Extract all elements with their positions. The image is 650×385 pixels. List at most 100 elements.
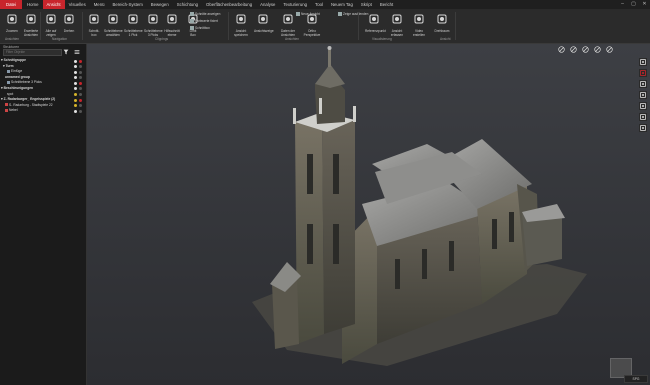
tab-bewegen[interactable]: Bewegen xyxy=(147,0,173,9)
ribbon-button-label: Ansichtszeige xyxy=(254,29,274,33)
section-pick3-button[interactable]: Schnittebene 3 Picks xyxy=(144,11,163,37)
refpoint-icon xyxy=(369,14,379,24)
measure-icon[interactable] xyxy=(570,46,577,53)
visibility-icon[interactable] xyxy=(74,93,77,97)
aux-section-icon xyxy=(167,14,177,24)
visibility-icon[interactable] xyxy=(74,65,77,69)
ribbon-group-label: Navigation xyxy=(52,37,68,41)
filter-icon[interactable] xyxy=(63,49,69,55)
menu-icon[interactable] xyxy=(74,49,80,55)
tab-datei[interactable]: Datei xyxy=(0,0,23,9)
tab-men-[interactable]: Menü xyxy=(90,0,109,9)
status-dot-icon xyxy=(79,81,82,85)
tab-skript[interactable]: Skript xyxy=(357,0,376,9)
visibility-icon[interactable] xyxy=(74,104,77,108)
visibility-icon[interactable] xyxy=(74,59,77,63)
status-dot-icon xyxy=(79,59,82,63)
aux-section-button[interactable]: Hilfsschnitt ebene xyxy=(163,11,181,37)
zoom-all-icon xyxy=(46,14,56,24)
tree-item-label: ▾ Z- Radarburger_ Engelsspiele (2) xyxy=(1,97,56,102)
ribbon-small-item[interactable]: Schnitte anzeigen xyxy=(190,12,220,16)
lasso-icon[interactable] xyxy=(639,91,647,99)
tab-home[interactable]: Home xyxy=(23,0,42,9)
object-tree: ▾ Schnittgruppe ▾ Turm Einfüge unnamed grou… xyxy=(0,58,86,114)
status-dot-icon xyxy=(79,98,82,102)
view-list-button[interactable]: Ansichtszeige xyxy=(254,11,274,34)
tab-schichtung[interactable]: Schichtung xyxy=(173,0,202,9)
spin-button[interactable]: Drehbaum xyxy=(433,11,451,34)
ribbon: Zoomen Erweiterte Ansichten Alle auf zeige… xyxy=(0,10,650,44)
minimize-icon[interactable]: – xyxy=(617,0,628,9)
select-icon[interactable] xyxy=(639,69,647,77)
close-icon[interactable]: ✕ xyxy=(639,0,650,9)
sphere-icon[interactable] xyxy=(558,46,565,53)
option-icon xyxy=(190,19,194,23)
ribbon-small-item[interactable]: Schnittbox xyxy=(190,26,210,30)
visibility-icon[interactable] xyxy=(74,109,77,113)
ribbon-tab-bar: Datei Home Ansicht Visuelles Menü Bereich-Sys… xyxy=(0,0,650,10)
ribbon-group-label: Clippings xyxy=(155,37,169,41)
walk-icon[interactable] xyxy=(639,80,647,88)
ribbon-small-item[interactable]: Farbwerte fixiert xyxy=(190,19,218,23)
maximize-icon[interactable]: ▢ xyxy=(628,0,639,9)
status-dot-icon xyxy=(79,109,82,113)
tab-neuem-tag[interactable]: Neuem Tag xyxy=(327,0,357,9)
ribbon-small-label: Neue Ansicht xyxy=(301,12,320,16)
tab-bereich-system[interactable]: Bereich-System xyxy=(108,0,146,9)
layers-icon[interactable] xyxy=(639,113,647,121)
tab-tool[interactable]: Tool xyxy=(311,0,327,9)
clip-button[interactable]: Schnitt- box xyxy=(85,11,103,37)
tree-item-label: S- Radarburg - Stadtspiele 22 xyxy=(9,102,53,107)
ribbon-button-label: Referenzpunkt xyxy=(365,29,386,33)
tree-item[interactable]: Nebel xyxy=(0,108,86,114)
3d-viewport[interactable]: SPG xyxy=(87,44,650,385)
tower-south-face xyxy=(322,112,355,334)
person-icon[interactable] xyxy=(639,102,647,110)
tab-visuelles[interactable]: Visuelles xyxy=(65,0,90,9)
status-dot-icon xyxy=(79,104,82,108)
tab-ansicht[interactable]: Ansicht xyxy=(42,0,65,9)
snapshot-icon[interactable] xyxy=(639,124,647,132)
ribbon-small-item[interactable]: Neue Ansicht xyxy=(296,12,320,16)
zoom-all-button[interactable]: Alle auf zeigen xyxy=(42,11,60,37)
measure-angle-icon[interactable] xyxy=(582,46,589,53)
object-type-icon xyxy=(5,108,8,112)
visibility-icon[interactable] xyxy=(74,81,77,85)
video-button[interactable]: Video erstellen xyxy=(410,11,428,37)
ribbon-button-label: Schnittebene 1 Pick xyxy=(124,29,143,37)
section-pick1-button[interactable]: Schnittebene 1 Pick xyxy=(124,11,143,37)
option-icon xyxy=(296,12,300,16)
tab-texturierung[interactable]: Texturierung xyxy=(279,0,311,9)
status-dot-icon xyxy=(79,76,82,80)
visibility-icon[interactable] xyxy=(74,87,77,91)
tab-oberfl-chenbearbeitung[interactable]: Oberflächenbearbeitung xyxy=(202,0,256,9)
cube-views-button[interactable]: Erweiterte Ansichten xyxy=(22,11,40,37)
visibility-icon[interactable] xyxy=(74,98,77,102)
cube-views-icon xyxy=(26,14,36,24)
eraser-icon[interactable] xyxy=(606,46,613,53)
ribbon-small-label: Farbwerte fixiert xyxy=(195,19,218,23)
tab-bericht[interactable]: Bericht xyxy=(376,0,397,9)
measure-area-icon[interactable] xyxy=(594,46,601,53)
section-pick3-icon xyxy=(148,14,158,24)
spin-icon xyxy=(437,14,447,24)
search-input[interactable]: Filter Objekte xyxy=(3,49,62,56)
crosshair-icon[interactable] xyxy=(639,58,647,66)
orbit-button[interactable]: Drehen xyxy=(60,11,78,34)
object-type-icon xyxy=(7,81,10,84)
point-cloud-church xyxy=(252,46,587,366)
visibility-icon[interactable] xyxy=(74,70,77,74)
view-data-button[interactable]: Daten der Ansichten xyxy=(279,11,297,37)
option-icon xyxy=(190,12,194,16)
status-dot-icon xyxy=(79,65,82,69)
structure-panel: Strukturen Filter Objekte ▾ Schnittgrupp… xyxy=(0,44,87,385)
magnifier-button[interactable]: Zoomen xyxy=(3,11,21,34)
camera-button[interactable]: Ansicht erfassen xyxy=(388,11,406,37)
lantern-roof xyxy=(315,64,345,88)
tab-analyse[interactable]: Analyse xyxy=(256,0,279,9)
ribbon-small-item[interactable]: Zeige ausblenden xyxy=(338,12,368,16)
section-plane-button[interactable]: Schnittebene anwählen xyxy=(104,11,123,37)
save-view-button[interactable]: Ansicht speichern xyxy=(232,11,250,37)
ribbon-button-label: Schnittebene anwählen xyxy=(104,29,123,37)
visibility-icon[interactable] xyxy=(74,76,77,80)
